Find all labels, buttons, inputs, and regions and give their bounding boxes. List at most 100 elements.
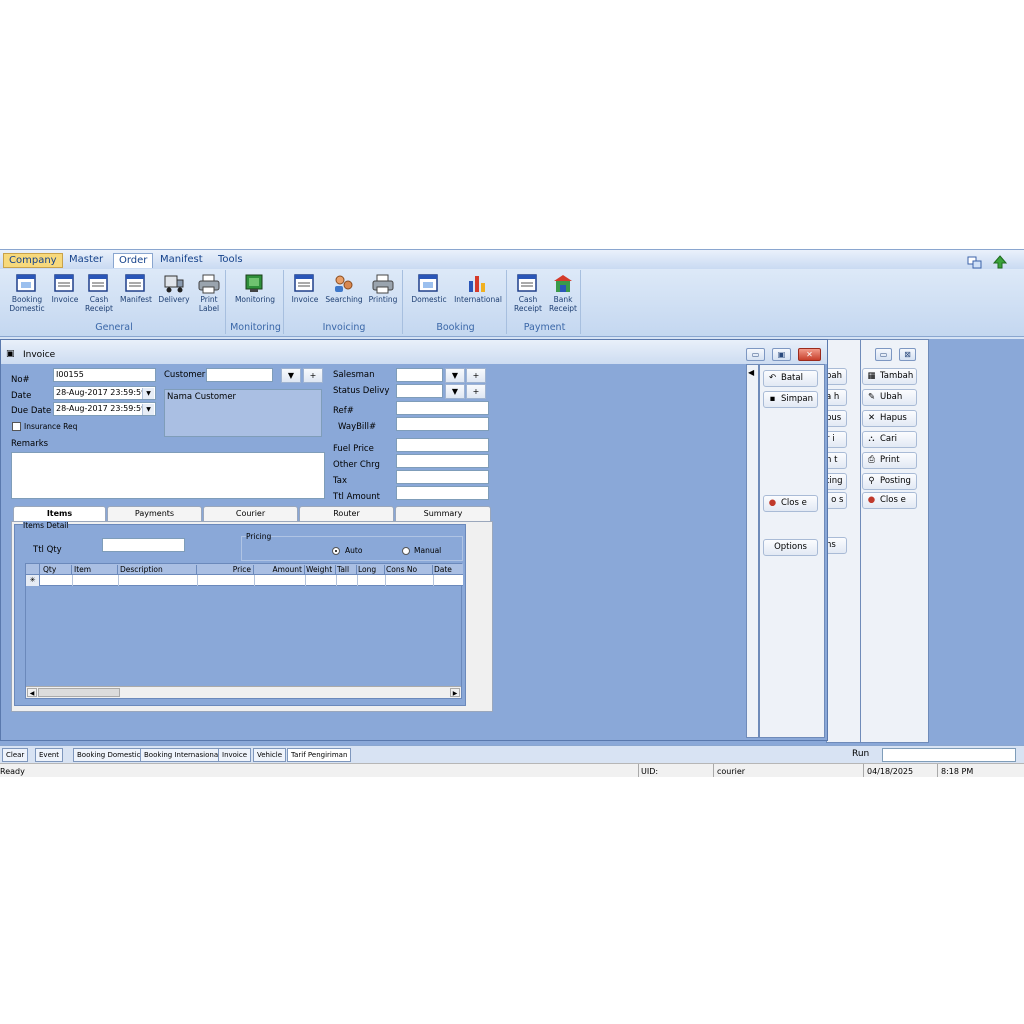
scroll-right-icon[interactable]: ▶ [450, 688, 460, 697]
tab-items[interactable]: Items [13, 506, 106, 522]
close-button[interactable]: ● Clos e [862, 492, 917, 509]
minimize-button[interactable]: ▭ [746, 348, 765, 361]
delivery-button[interactable]: Delivery [156, 273, 192, 305]
menu-tools[interactable]: Tools [213, 253, 248, 268]
tax-input[interactable] [396, 470, 489, 484]
booking-international-button[interactable]: International [451, 273, 505, 305]
panel2-button[interactable]: ting [825, 473, 847, 490]
column-header-long[interactable]: Long [357, 565, 385, 575]
searching-button[interactable]: Searching [324, 273, 364, 305]
invoice-button[interactable]: Invoice [49, 273, 81, 305]
print-button[interactable]: ⎙ Print [862, 452, 917, 469]
windows-layout-icon[interactable] [967, 256, 983, 270]
batal-button[interactable]: ↶ Batal [763, 370, 818, 387]
panel2-button[interactable]: pus [825, 410, 847, 427]
booking-domestic-button[interactable]: Booking Domestic [5, 273, 49, 313]
other-charge-input[interactable] [396, 454, 489, 468]
salesman-add-button[interactable]: + [466, 368, 486, 383]
panel2-button[interactable]: r i [825, 431, 847, 448]
column-header-price[interactable]: Price [197, 565, 254, 575]
tab-courier[interactable]: Courier [203, 506, 298, 521]
ref-input[interactable] [396, 401, 489, 415]
manual-radio[interactable] [402, 547, 410, 555]
tab-router[interactable]: Router [299, 506, 394, 521]
no-input[interactable]: I00155 [53, 368, 156, 382]
options-button[interactable]: Options [763, 539, 818, 556]
restore-button[interactable]: ▣ [772, 348, 791, 361]
total-amount-input[interactable] [396, 486, 489, 500]
simpan-button[interactable]: ▪ Simpan [763, 391, 818, 408]
tab-summary[interactable]: Summary [395, 506, 491, 521]
status-delivery-input[interactable] [396, 384, 443, 398]
customer-add-button[interactable]: + [303, 368, 323, 383]
task-tarif-pengiriman[interactable]: Tarif Pengiriman [287, 748, 352, 762]
up-arrow-icon[interactable] [993, 255, 1007, 269]
column-header-item[interactable]: Item [72, 565, 118, 575]
monitoring-button[interactable]: Monitoring [230, 273, 280, 305]
column-header-qty[interactable]: Qty [41, 565, 72, 575]
tab-payments[interactable]: Payments [107, 506, 202, 521]
column-header-weight[interactable]: Weight [305, 565, 336, 575]
chevron-down-icon[interactable]: ▼ [142, 388, 154, 399]
cari-button[interactable]: ⛬ Cari [862, 431, 917, 448]
menu-company[interactable]: Company [3, 253, 63, 268]
cash-receipt-button[interactable]: Cash Receipt [83, 273, 115, 313]
close-button[interactable]: ✕ [798, 348, 821, 361]
date-picker[interactable]: 28-Aug-2017 23:59:59 ▼ [53, 386, 156, 400]
salesman-input[interactable] [396, 368, 443, 382]
menu-order[interactable]: Order [113, 253, 154, 268]
printing-button[interactable]: Printing [366, 273, 400, 305]
fuel-price-input[interactable] [396, 438, 489, 452]
chevron-down-icon[interactable]: ▼ [142, 404, 154, 415]
event-button[interactable]: Event [35, 748, 64, 762]
tambah-button[interactable]: ▦ Tambah [862, 368, 917, 385]
ubah-button[interactable]: ✎ Ubah [862, 389, 917, 406]
column-header-tall[interactable]: Tall [336, 565, 357, 575]
remarks-textarea[interactable] [11, 452, 325, 499]
column-header-date[interactable]: Date [433, 565, 463, 575]
invoicing-invoice-button[interactable]: Invoice [288, 273, 322, 305]
run-input[interactable] [882, 748, 1016, 762]
total-qty-input[interactable] [102, 538, 185, 552]
bank-receipt-button[interactable]: Bank Receipt [546, 273, 580, 313]
booking-domestic-ribbon-button[interactable]: Domestic [407, 273, 451, 305]
panel-collapse-strip[interactable]: ◀ [746, 364, 759, 738]
menu-manifest[interactable]: Manifest [155, 253, 208, 268]
table-row[interactable]: ✳ [26, 575, 463, 586]
status-add-button[interactable]: + [466, 384, 486, 399]
print-label-button[interactable]: Print Label [193, 273, 225, 313]
panel2-button[interactable]: l o s [825, 492, 847, 509]
column-header-description[interactable]: Description [118, 565, 197, 575]
insurance-checkbox[interactable] [12, 422, 21, 431]
posting-button[interactable]: ⚲ Posting [862, 473, 917, 490]
customer-input[interactable] [206, 368, 273, 382]
horizontal-scrollbar[interactable]: ◀ ▶ [26, 686, 461, 698]
auto-radio[interactable] [332, 547, 340, 555]
salesman-dropdown-button[interactable]: ▼ [445, 368, 465, 383]
hapus-button[interactable]: ✕ Hapus [862, 410, 917, 427]
clear-button[interactable]: Clear [2, 748, 29, 762]
panel2-button[interactable]: ns [825, 537, 847, 554]
task-vehicle[interactable]: Vehicle [253, 748, 287, 762]
column-header-amount[interactable]: Amount [254, 565, 305, 575]
collapse-left-icon[interactable]: ◀ [748, 368, 754, 377]
panel2-button[interactable]: bah [825, 368, 847, 385]
scroll-left-icon[interactable]: ◀ [27, 688, 37, 697]
manifest-button[interactable]: Manifest [117, 273, 155, 305]
panel2-button[interactable]: a h [825, 389, 847, 406]
scrollbar-thumb[interactable] [38, 688, 120, 697]
status-dropdown-button[interactable]: ▼ [445, 384, 465, 399]
panel2-button[interactable]: n t [825, 452, 847, 469]
due-date-picker[interactable]: 28-Aug-2017 23:59:59 ▼ [53, 402, 156, 416]
payment-cash-receipt-button[interactable]: Cash Receipt [511, 273, 545, 313]
task-booking-internasional[interactable]: Booking Internasional [140, 748, 225, 762]
waybill-input[interactable] [396, 417, 489, 431]
close-button[interactable]: ● Clos e [763, 495, 818, 512]
window-close-button[interactable]: ⊠ [899, 348, 916, 361]
menu-master[interactable]: Master [64, 253, 108, 268]
customer-dropdown-button[interactable]: ▼ [281, 368, 301, 383]
task-invoice[interactable]: Invoice [218, 748, 252, 762]
column-header-cons-no[interactable]: Cons No [385, 565, 433, 575]
window-restore-button[interactable]: ▭ [875, 348, 892, 361]
task-booking-domestic[interactable]: Booking Domestic [73, 748, 145, 762]
